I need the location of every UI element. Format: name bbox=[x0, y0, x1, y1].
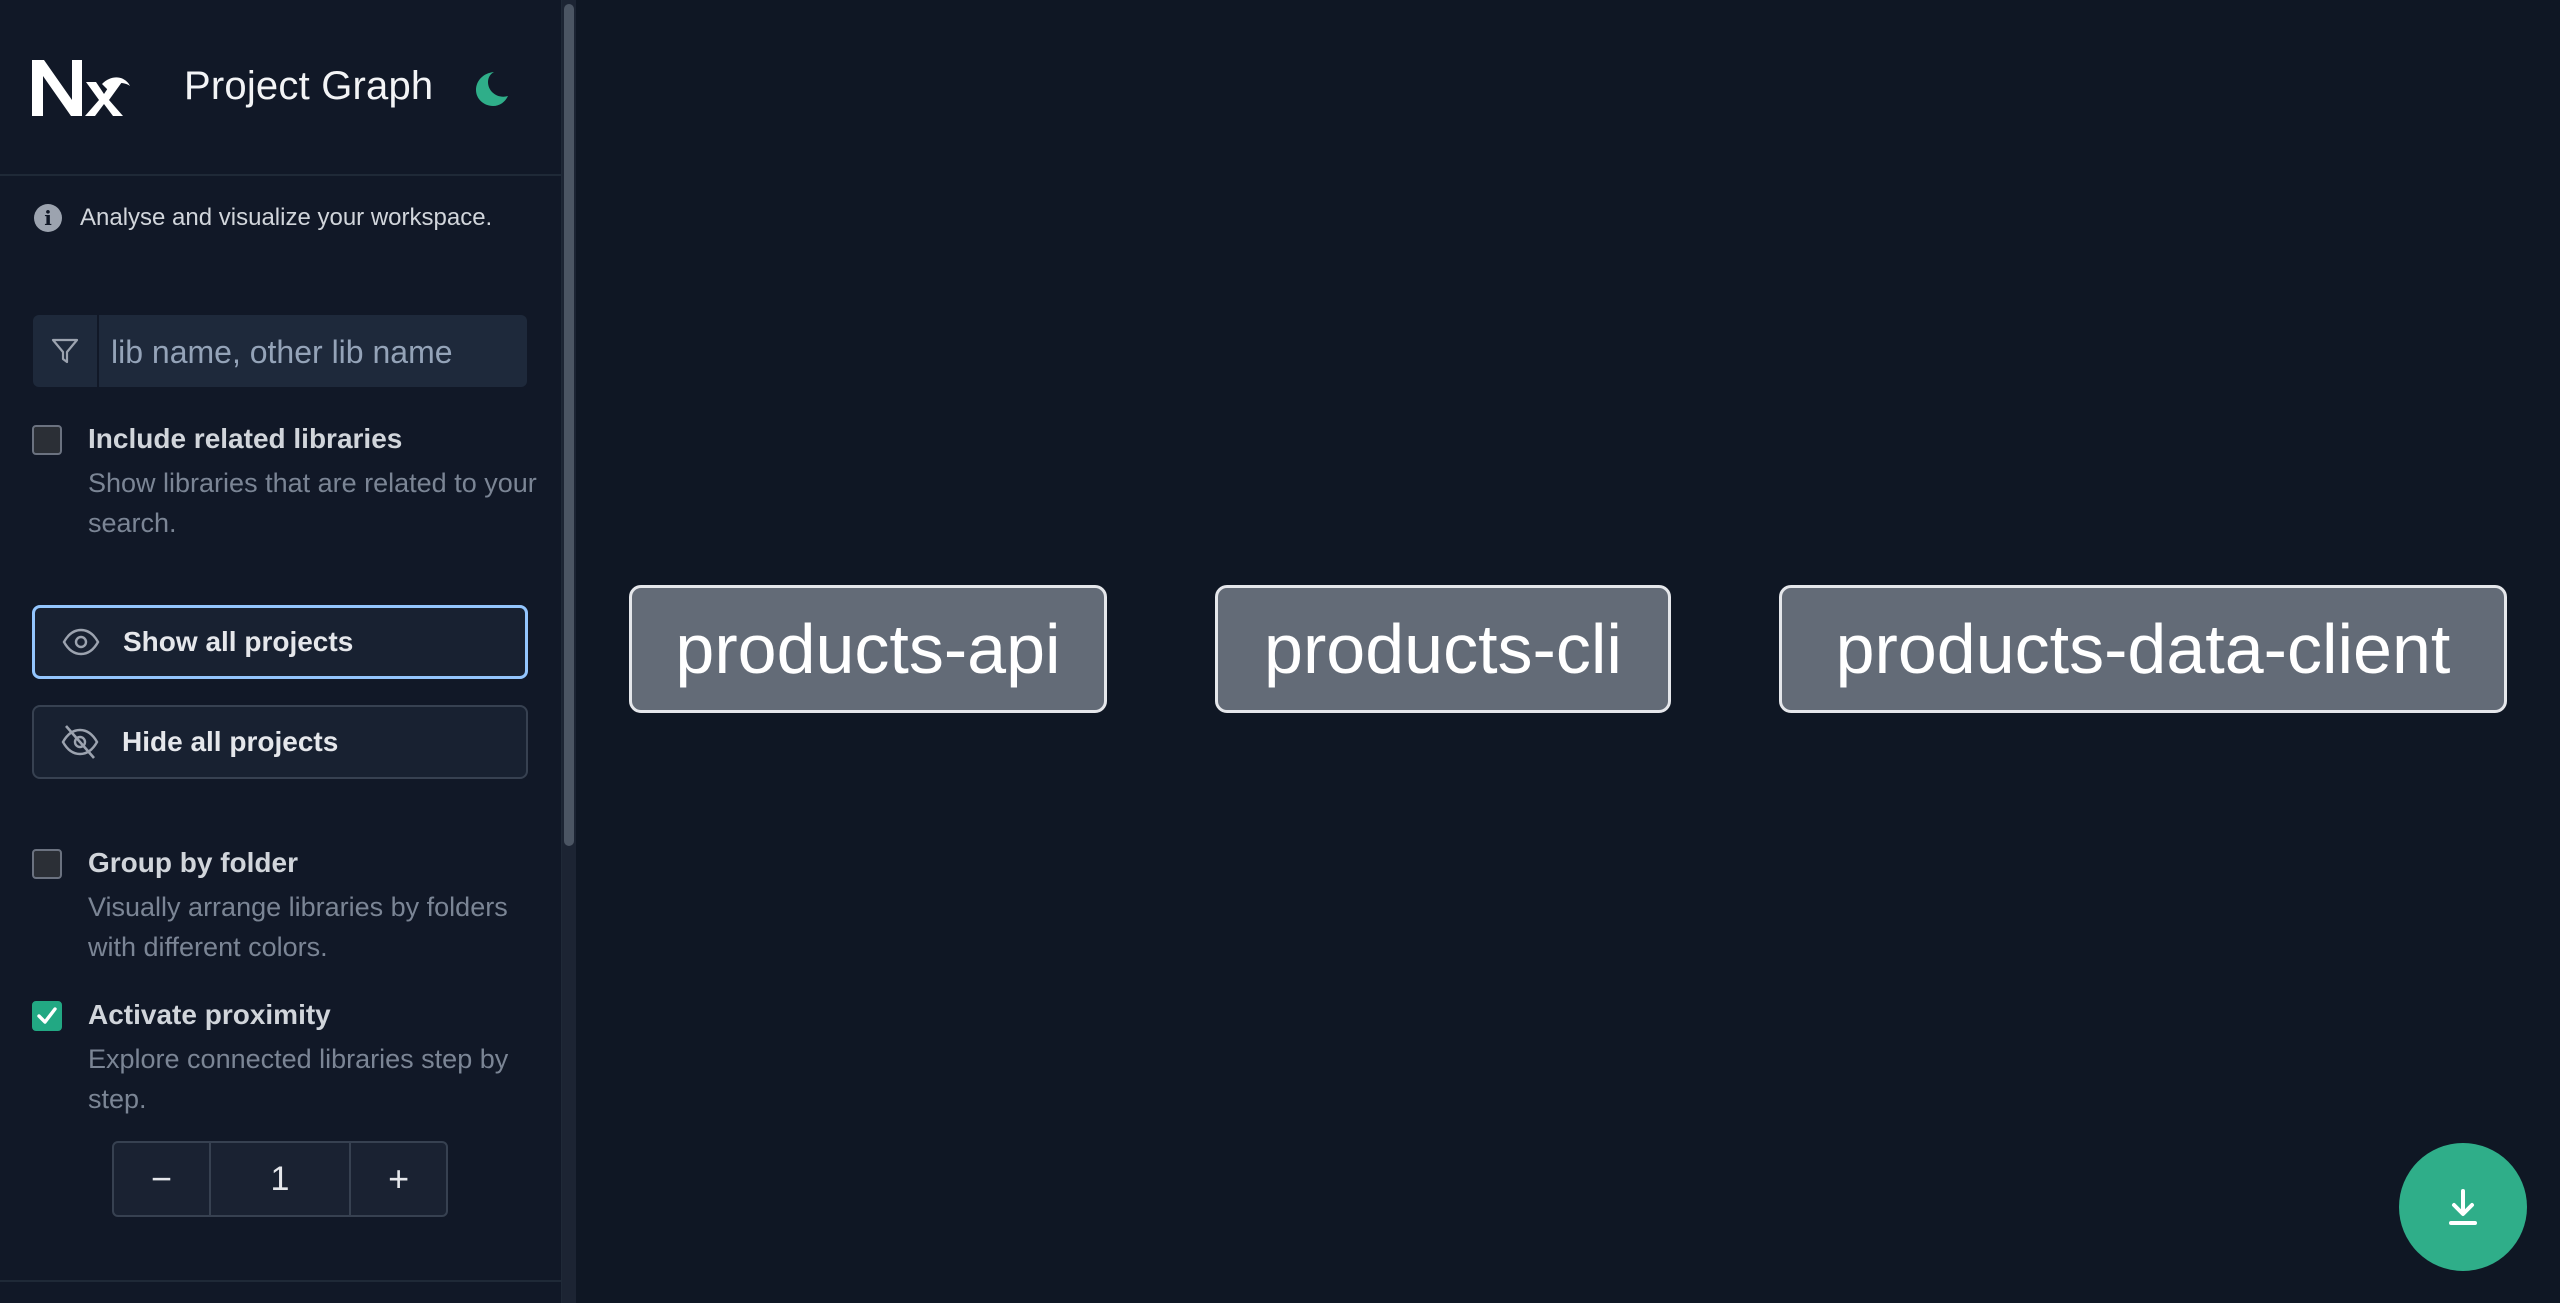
activate-proximity-checkbox[interactable] bbox=[32, 1001, 62, 1031]
graph-node[interactable]: products-data-client bbox=[1779, 585, 2507, 713]
show-all-projects-label: Show all projects bbox=[123, 626, 354, 657]
nx-logo[interactable] bbox=[30, 54, 130, 120]
info-text: Analyse and visualize your workspace. bbox=[80, 204, 493, 231]
page-title: Project Graph bbox=[184, 64, 434, 108]
info-icon: i bbox=[34, 204, 62, 232]
hide-all-projects-label: Hide all projects bbox=[122, 726, 339, 757]
filter-icon bbox=[33, 315, 99, 387]
search-input[interactable] bbox=[97, 315, 527, 387]
eye-icon bbox=[62, 628, 100, 656]
info-row: i Analyse and visualize your workspace. bbox=[34, 202, 492, 234]
sidebar-divider bbox=[0, 1280, 561, 1282]
activate-proximity-label: Activate proximity bbox=[88, 999, 331, 1030]
include-related-description: Show libraries that are related to your … bbox=[88, 468, 537, 538]
show-all-projects-button[interactable]: Show all projects bbox=[32, 605, 528, 679]
download-button[interactable] bbox=[2399, 1143, 2527, 1271]
group-by-folder-checkbox[interactable] bbox=[32, 849, 62, 879]
activate-proximity-description: Explore connected libraries step by step… bbox=[88, 1044, 509, 1114]
sidebar-header: Project Graph bbox=[0, 0, 561, 176]
include-related-checkbox[interactable] bbox=[32, 425, 62, 455]
graph-node[interactable]: products-api bbox=[629, 585, 1107, 713]
moon-icon[interactable] bbox=[470, 68, 510, 108]
sidebar-scrollbar-thumb[interactable] bbox=[564, 4, 574, 846]
sidebar: Project Graph i Analyse and visualize yo… bbox=[0, 0, 562, 1303]
hide-all-projects-button[interactable]: Hide all projects bbox=[32, 705, 528, 779]
app-window: Project Graph i Analyse and visualize yo… bbox=[0, 0, 2560, 1303]
proximity-stepper: − 1 + bbox=[112, 1141, 448, 1217]
checkmark-icon bbox=[37, 1007, 57, 1024]
eye-off-icon bbox=[61, 725, 99, 759]
increment-button[interactable]: + bbox=[351, 1143, 446, 1215]
group-by-folder-label: Group by folder bbox=[88, 847, 298, 878]
decrement-button[interactable]: − bbox=[114, 1143, 209, 1215]
group-by-folder-description: Visually arrange libraries by folders wi… bbox=[88, 892, 508, 962]
search-field bbox=[33, 315, 527, 387]
include-related-label: Include related libraries bbox=[88, 423, 403, 454]
download-icon bbox=[2449, 1189, 2477, 1225]
graph-node[interactable]: products-cli bbox=[1215, 585, 1671, 713]
proximity-value: 1 bbox=[208, 1143, 352, 1215]
